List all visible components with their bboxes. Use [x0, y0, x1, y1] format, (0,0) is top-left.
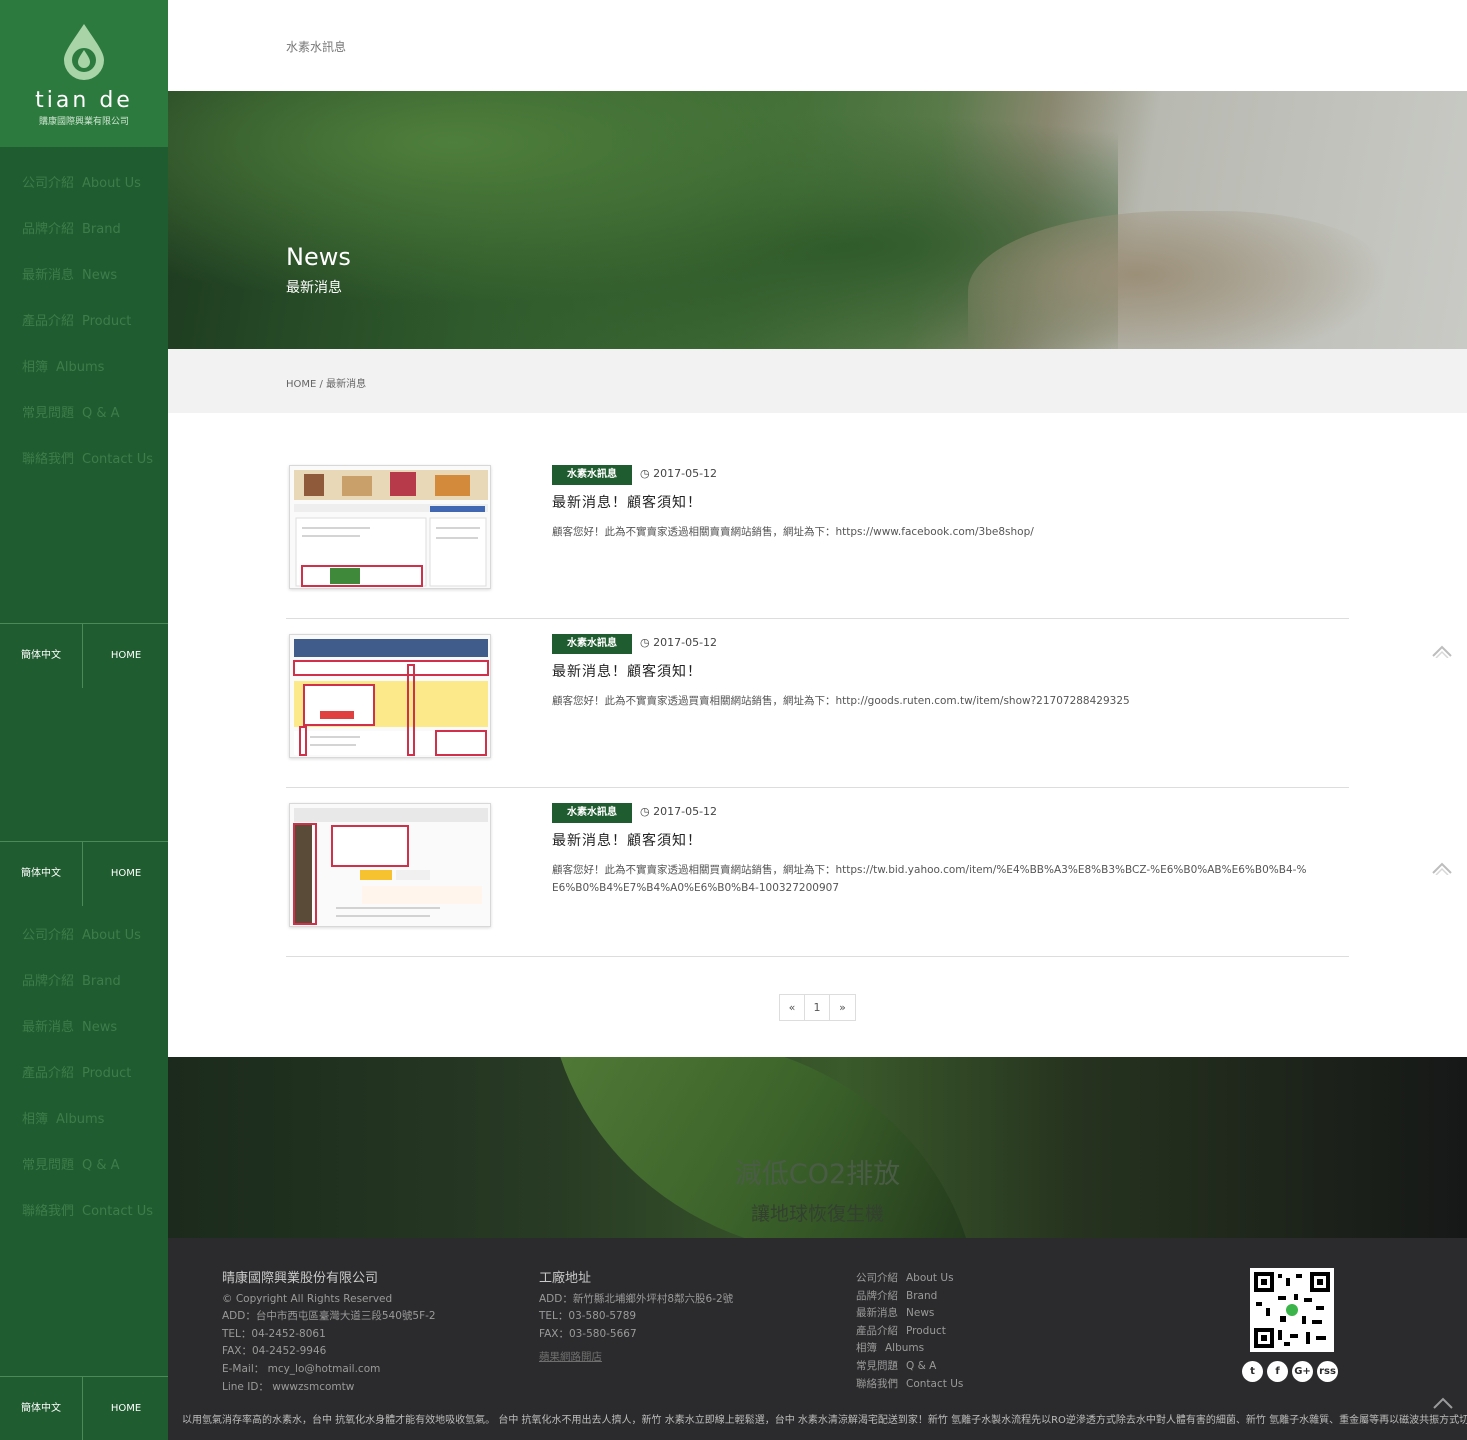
footer-link-contact[interactable]: 聯絡我們 Contact Us [856, 1376, 963, 1394]
category-tag[interactable]: 水素水訊息 [552, 465, 632, 485]
news-item: 水素水訊息 ◷ 2017-05-12 最新消息！顧客須知！ 顧客您好！此為不實賣… [286, 788, 1349, 957]
rss-icon[interactable]: rss [1317, 1361, 1338, 1382]
footer-link-albums[interactable]: 相簿 Albums [856, 1340, 963, 1358]
news-thumbnail[interactable] [289, 465, 491, 589]
sidebar-item-news[interactable]: 最新消息 News [0, 1005, 168, 1051]
sidebar-item-albums[interactable]: 相簿 Albums [0, 1097, 168, 1143]
lang-home-row: 簡体中文 HOME [0, 1376, 168, 1440]
news-item: 水素水訊息 ◷ 2017-05-12 最新消息！顧客須知！ 顧客您好！此為不實賣… [286, 619, 1349, 788]
back-to-top-icon[interactable] [1432, 1396, 1454, 1410]
shop-link[interactable]: 蘋果網路開店 [539, 1349, 733, 1367]
footer-link-about[interactable]: 公司介紹 About Us [856, 1270, 963, 1288]
sidebar-item-about[interactable]: 公司介紹 About Us [0, 913, 168, 959]
news-excerpt: 顧客您好！此為不實賣家透過相關賣賣網站銷售，網址為下：https://www.f… [552, 526, 1034, 538]
news-title[interactable]: 最新消息！顧客須知！ [552, 661, 702, 681]
lang-switch-button[interactable]: 簡体中文 [0, 624, 83, 688]
google-plus-icon[interactable]: G+ [1292, 1361, 1313, 1382]
sidebar-nav-bottom: 公司介紹 About Us 品牌介紹 Brand 最新消息 News 產品介紹 Prod… [0, 913, 168, 1235]
clock-icon: ◷ [640, 467, 650, 480]
footer: 晴康國際興業股份有限公司 © Copyright All Rights Rese… [168, 1238, 1467, 1440]
footer-company: 晴康國際興業股份有限公司 © Copyright All Rights Rese… [222, 1271, 436, 1393]
topbar: 水素水訊息 [168, 0, 1467, 91]
back-to-top-icon[interactable] [1431, 644, 1453, 658]
hero-banner: News 最新消息 [168, 91, 1467, 349]
footer-factory: 工廠地址 ADD：新竹縣北埔鄉外坪村8鄰六股6-2號 TEL：03-580-57… [539, 1270, 733, 1367]
lang-switch-button[interactable]: 簡体中文 [0, 842, 83, 906]
sidebar-item-contact[interactable]: 聯絡我們 Contact Us [0, 1189, 168, 1235]
sidebar-item-about[interactable]: 公司介紹 About Us [0, 161, 168, 207]
news-thumbnail[interactable] [289, 634, 491, 758]
sidebar-item-contact[interactable]: 聯絡我們 Contact Us [0, 437, 168, 483]
footer-link-qa[interactable]: 常見問題 Q & A [856, 1358, 963, 1376]
sidebar-nav-top: 公司介紹 About Us 品牌介紹 Brand 最新消息 News 產品介紹 Prod… [0, 161, 168, 483]
hero-title: News [286, 243, 351, 271]
sidebar-item-news[interactable]: 最新消息 News [0, 253, 168, 299]
lang-switch-button[interactable]: 簡体中文 [0, 1377, 83, 1440]
news-date: ◷ 2017-05-12 [640, 467, 718, 480]
eco-banner: 減低CO2排放 讓地球恢復生機 [168, 1057, 1467, 1238]
sidebar: tian de 購康國際興業有限公司 公司介紹 About Us 品牌介紹 Bran… [0, 0, 168, 1440]
pagination: « 1 » [779, 994, 856, 1021]
home-button[interactable]: HOME [84, 624, 168, 688]
social-links: t f G+ rss [1242, 1359, 1342, 1382]
brand-subtitle: 購康國際興業有限公司 [38, 117, 129, 127]
news-date: ◷ 2017-05-12 [640, 636, 718, 649]
breadcrumb: HOME / 最新消息 [168, 349, 1467, 413]
twitter-icon[interactable]: t [1242, 1361, 1263, 1382]
lang-home-row: 簡体中文 HOME [0, 841, 168, 906]
eco-subheadline: 讓地球恢復生機 [750, 1203, 884, 1225]
clock-icon: ◷ [640, 636, 650, 649]
footer-nav: 公司介紹 About Us 品牌介紹 Brand 最新消息 News 產品介紹 Prod… [856, 1270, 963, 1393]
footer-link-product[interactable]: 產品介紹 Product [856, 1323, 963, 1341]
home-button[interactable]: HOME [84, 842, 168, 906]
sidebar-item-qa[interactable]: 常見問題 Q & A [0, 1143, 168, 1189]
logo[interactable]: tian de 購康國際興業有限公司 [0, 0, 168, 147]
lang-home-row: 簡体中文 HOME [0, 623, 168, 688]
next-page-button[interactable]: » [830, 995, 855, 1020]
breadcrumb-home-link[interactable]: HOME [286, 379, 316, 390]
news-title[interactable]: 最新消息！顧客須知！ [552, 830, 702, 850]
qr-code-icon [1254, 1272, 1330, 1348]
news-excerpt: 顧客您好！此為不實賣家透過相關買賣網站銷售，網址為下：https://tw.bi… [552, 864, 1307, 894]
facebook-icon[interactable]: f [1267, 1361, 1288, 1382]
category-tag[interactable]: 水素水訊息 [552, 634, 632, 654]
clock-icon: ◷ [640, 805, 650, 818]
category-tag[interactable]: 水素水訊息 [552, 803, 632, 823]
prev-page-button[interactable]: « [780, 995, 805, 1020]
news-item: 水素水訊息 ◷ 2017-05-12 最新消息！顧客須知！ 顧客您好！此為不實賣… [286, 450, 1349, 619]
water-drop-icon [64, 24, 104, 80]
scrolling-marquee: 以用氫氣消存率高的水素水，台中 抗氧化水身體才能有效地吸收氫氣。 台中 抗氧化水… [182, 1415, 1467, 1426]
company-name: 晴康國際興業股份有限公司 [222, 1271, 379, 1286]
sidebar-item-albums[interactable]: 相簿 Albums [0, 345, 168, 391]
news-excerpt: 顧客您好！此為不實賣家透過買賣相關網站銷售，網址為下：http://goods.… [552, 695, 1130, 707]
footer-link-brand[interactable]: 品牌介紹 Brand [856, 1288, 963, 1306]
home-button[interactable]: HOME [84, 1377, 168, 1440]
sidebar-item-product[interactable]: 產品介紹 Product [0, 1051, 168, 1097]
sidebar-item-qa[interactable]: 常見問題 Q & A [0, 391, 168, 437]
brand-name: tian de [35, 88, 133, 113]
sidebar-item-brand[interactable]: 品牌介紹 Brand [0, 959, 168, 1005]
hero-subtitle: 最新消息 [286, 280, 342, 296]
company-email[interactable]: E-Mail： mcy_lo@hotmail.com [222, 1361, 436, 1379]
sidebar-item-brand[interactable]: 品牌介紹 Brand [0, 207, 168, 253]
page-number-button[interactable]: 1 [805, 995, 830, 1020]
eco-headline: 減低CO2排放 [734, 1159, 901, 1190]
screenshot-thumbnail-icon [293, 639, 489, 756]
screenshot-thumbnail-icon [293, 808, 488, 925]
footer-link-news[interactable]: 最新消息 News [856, 1305, 963, 1323]
back-to-top-icon[interactable] [1431, 861, 1453, 875]
screenshot-thumbnail-icon [294, 470, 488, 587]
breadcrumb-current: 最新消息 [326, 379, 367, 390]
news-title[interactable]: 最新消息！顧客須知！ [552, 492, 702, 512]
qr-code [1250, 1268, 1334, 1352]
category-label: 水素水訊息 [286, 40, 347, 54]
sidebar-item-product[interactable]: 產品介紹 Product [0, 299, 168, 345]
news-date: ◷ 2017-05-12 [640, 805, 718, 818]
news-thumbnail[interactable] [289, 803, 491, 927]
